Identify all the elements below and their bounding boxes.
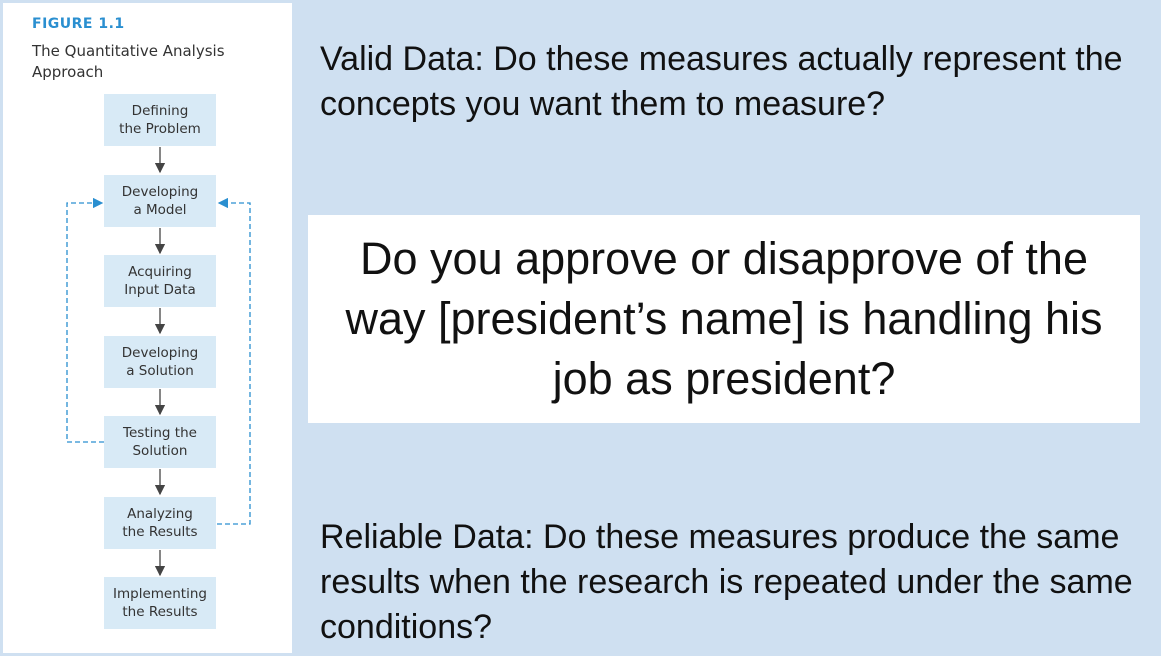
step-testing-solution: Testing the Solution xyxy=(104,416,216,468)
step-developing-model: Developing a Model xyxy=(104,175,216,227)
valid-data-text: Valid Data: Do these measures actually r… xyxy=(320,40,1123,123)
step-acquiring-input-data: Acquiring Input Data xyxy=(104,255,216,307)
survey-question-box: Do you approve or disapprove of the way … xyxy=(308,215,1140,423)
feedback-loop-right xyxy=(217,197,251,525)
survey-question-text: Do you approve or disapprove of the way … xyxy=(345,233,1103,404)
step-developing-solution: Developing a Solution xyxy=(104,336,216,388)
feedback-loop-left xyxy=(66,197,104,443)
reliable-data-text: Reliable Data: Do these measures produce… xyxy=(320,518,1133,646)
step-defining-problem: Defining the Problem xyxy=(104,94,216,146)
step-analyzing-results: Analyzing the Results xyxy=(104,497,216,549)
step-implementing-results: Implementing the Results xyxy=(104,577,216,629)
